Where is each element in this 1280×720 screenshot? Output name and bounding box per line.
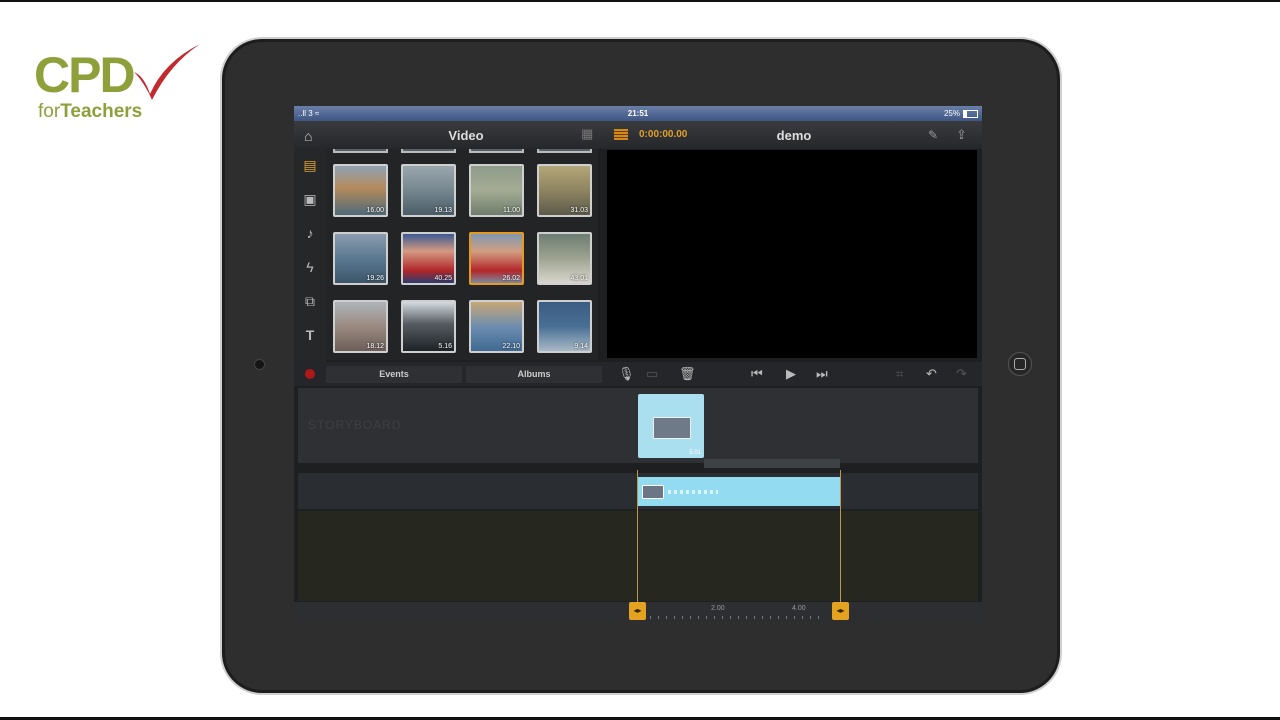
- edit-icon[interactable]: ✎: [928, 128, 938, 142]
- thumbnail-duration: 26.02: [502, 275, 520, 282]
- video-thumbnail[interactable]: 43.01: [537, 232, 592, 285]
- text-icon[interactable]: T: [302, 327, 318, 343]
- video-thumbnail[interactable]: 22.10: [469, 300, 524, 353]
- thumbnail-duration: 5.16: [438, 343, 452, 350]
- trim-line-end: [840, 470, 841, 611]
- tab-albums[interactable]: Albums: [466, 366, 602, 383]
- thumbnail-duration: 40.25: [434, 275, 452, 282]
- thumbnail-duration: 16.00: [366, 207, 384, 214]
- control-bar: Events Albums 🎙 ▭ 🗑 ⏮ ▶ ⏭ ⌗ ↶ ↷: [294, 362, 982, 386]
- top-border: [0, 0, 1280, 2]
- media-library: 16.00 19.13 11.00 31.03 19.26 40.25 26.0…: [326, 149, 598, 360]
- video-thumbnail-selected[interactable]: 26.02: [469, 232, 524, 285]
- ipad-screen: ..ll 3 ≈ 21:51 25% ⌂ Video ▦ 0:00:00.00 …: [294, 106, 982, 621]
- ruler-label: 4.00: [792, 605, 806, 612]
- video-library-icon[interactable]: ▤: [302, 157, 318, 174]
- video-thumbnail[interactable]: 40.25: [401, 232, 456, 285]
- ruler-label: 2.00: [711, 605, 725, 612]
- trim-handle-start[interactable]: ◂▸: [629, 602, 646, 620]
- trim-line-start: [637, 470, 638, 611]
- timeline-clip[interactable]: [638, 477, 840, 506]
- photo-icon[interactable]: ▣: [302, 191, 318, 208]
- thumbnail-duration: 19.26: [366, 275, 384, 282]
- timecode: 0:00:00.00: [639, 129, 688, 140]
- skip-back-icon[interactable]: ⏮: [751, 366, 763, 382]
- record-icon[interactable]: [305, 369, 315, 379]
- thumbnail-duration: 22.10: [502, 343, 520, 350]
- thumbnail-duration: 18.12: [366, 343, 384, 350]
- home-icon[interactable]: ⌂: [304, 128, 312, 144]
- logo-tagline: forTeachers: [38, 102, 142, 122]
- status-bar: ..ll 3 ≈ 21:51 25%: [294, 106, 982, 121]
- video-thumbnail[interactable]: 16.00: [333, 164, 388, 217]
- thumbnail-partial[interactable]: [333, 149, 388, 153]
- share-icon[interactable]: ⇪: [956, 127, 967, 143]
- ipad-home-button[interactable]: [1008, 352, 1032, 376]
- split-icon: ⌗: [896, 366, 904, 381]
- play-icon[interactable]: ▶: [786, 366, 796, 382]
- trash-icon[interactable]: 🗑: [679, 366, 696, 382]
- thumbnail-partial[interactable]: [401, 149, 456, 153]
- video-preview[interactable]: [607, 150, 977, 358]
- clip-thumbnail: [642, 485, 664, 499]
- clip-thumbnail: [653, 417, 691, 439]
- thumbnail-duration: 11.00: [503, 207, 520, 214]
- video-thumbnail[interactable]: 9.14: [537, 300, 592, 353]
- storyboard-label: STORYBOARD: [308, 418, 402, 432]
- battery-percent: 25%: [943, 109, 960, 118]
- top-toolbar: ⌂ Video ▦ 0:00:00.00 demo ✎ ⇪: [294, 121, 982, 149]
- undo-icon[interactable]: ↶: [926, 366, 937, 382]
- storyboard-clip[interactable]: 5.01: [638, 394, 704, 458]
- thumbnail-duration: 9.14: [574, 343, 588, 350]
- cpd-logo: CPD forTeachers: [34, 42, 204, 128]
- clip-duration: 5.01: [689, 450, 701, 456]
- film-icon[interactable]: [614, 129, 628, 140]
- timeline-audio-track[interactable]: [298, 511, 978, 601]
- logo-prefix: for: [38, 101, 61, 122]
- redo-icon: ↷: [956, 366, 967, 381]
- project-name[interactable]: demo: [764, 128, 824, 143]
- grid-icon[interactable]: ▦: [581, 127, 595, 141]
- trim-handle-end[interactable]: ◂▸: [832, 602, 849, 620]
- microphone-icon[interactable]: 🎙: [618, 366, 635, 382]
- video-thumbnail[interactable]: 31.03: [537, 164, 592, 217]
- music-icon[interactable]: ♪: [302, 225, 318, 241]
- checkmark-icon: [134, 44, 200, 100]
- thumbnail-partial[interactable]: [537, 149, 592, 153]
- status-time: 21:51: [627, 109, 649, 118]
- storyboard-range-indicator: [704, 459, 840, 468]
- tab-events[interactable]: Events: [326, 366, 462, 383]
- library-sidebar: ▤ ▣ ♪ ϟ ⧉ T: [294, 149, 326, 374]
- logo-main-text: CPD: [34, 47, 136, 103]
- logo-suffix: Teachers: [60, 101, 143, 122]
- audio-waveform: [668, 490, 718, 494]
- ruler-ticks: [650, 616, 826, 619]
- video-thumbnail[interactable]: 19.26: [333, 232, 388, 285]
- battery-icon: [963, 110, 978, 118]
- video-thumbnail[interactable]: 19.13: [401, 164, 456, 217]
- video-thumbnail[interactable]: 5.16: [401, 300, 456, 353]
- thumbnail-duration: 43.01: [570, 275, 588, 282]
- skip-forward-icon[interactable]: ⏭: [816, 366, 828, 382]
- clip-icon: ▭: [646, 366, 659, 381]
- library-title: Video: [448, 128, 484, 143]
- ipad-camera: [254, 359, 265, 370]
- thumbnail-partial[interactable]: [469, 149, 524, 153]
- video-thumbnail[interactable]: 18.12: [333, 300, 388, 353]
- effects-icon[interactable]: ϟ: [302, 259, 318, 275]
- video-thumbnail[interactable]: 11.00: [469, 164, 524, 217]
- thumbnail-duration: 19.13: [434, 207, 452, 214]
- thumbnail-duration: 31.03: [570, 207, 588, 214]
- transitions-icon[interactable]: ⧉: [302, 293, 318, 310]
